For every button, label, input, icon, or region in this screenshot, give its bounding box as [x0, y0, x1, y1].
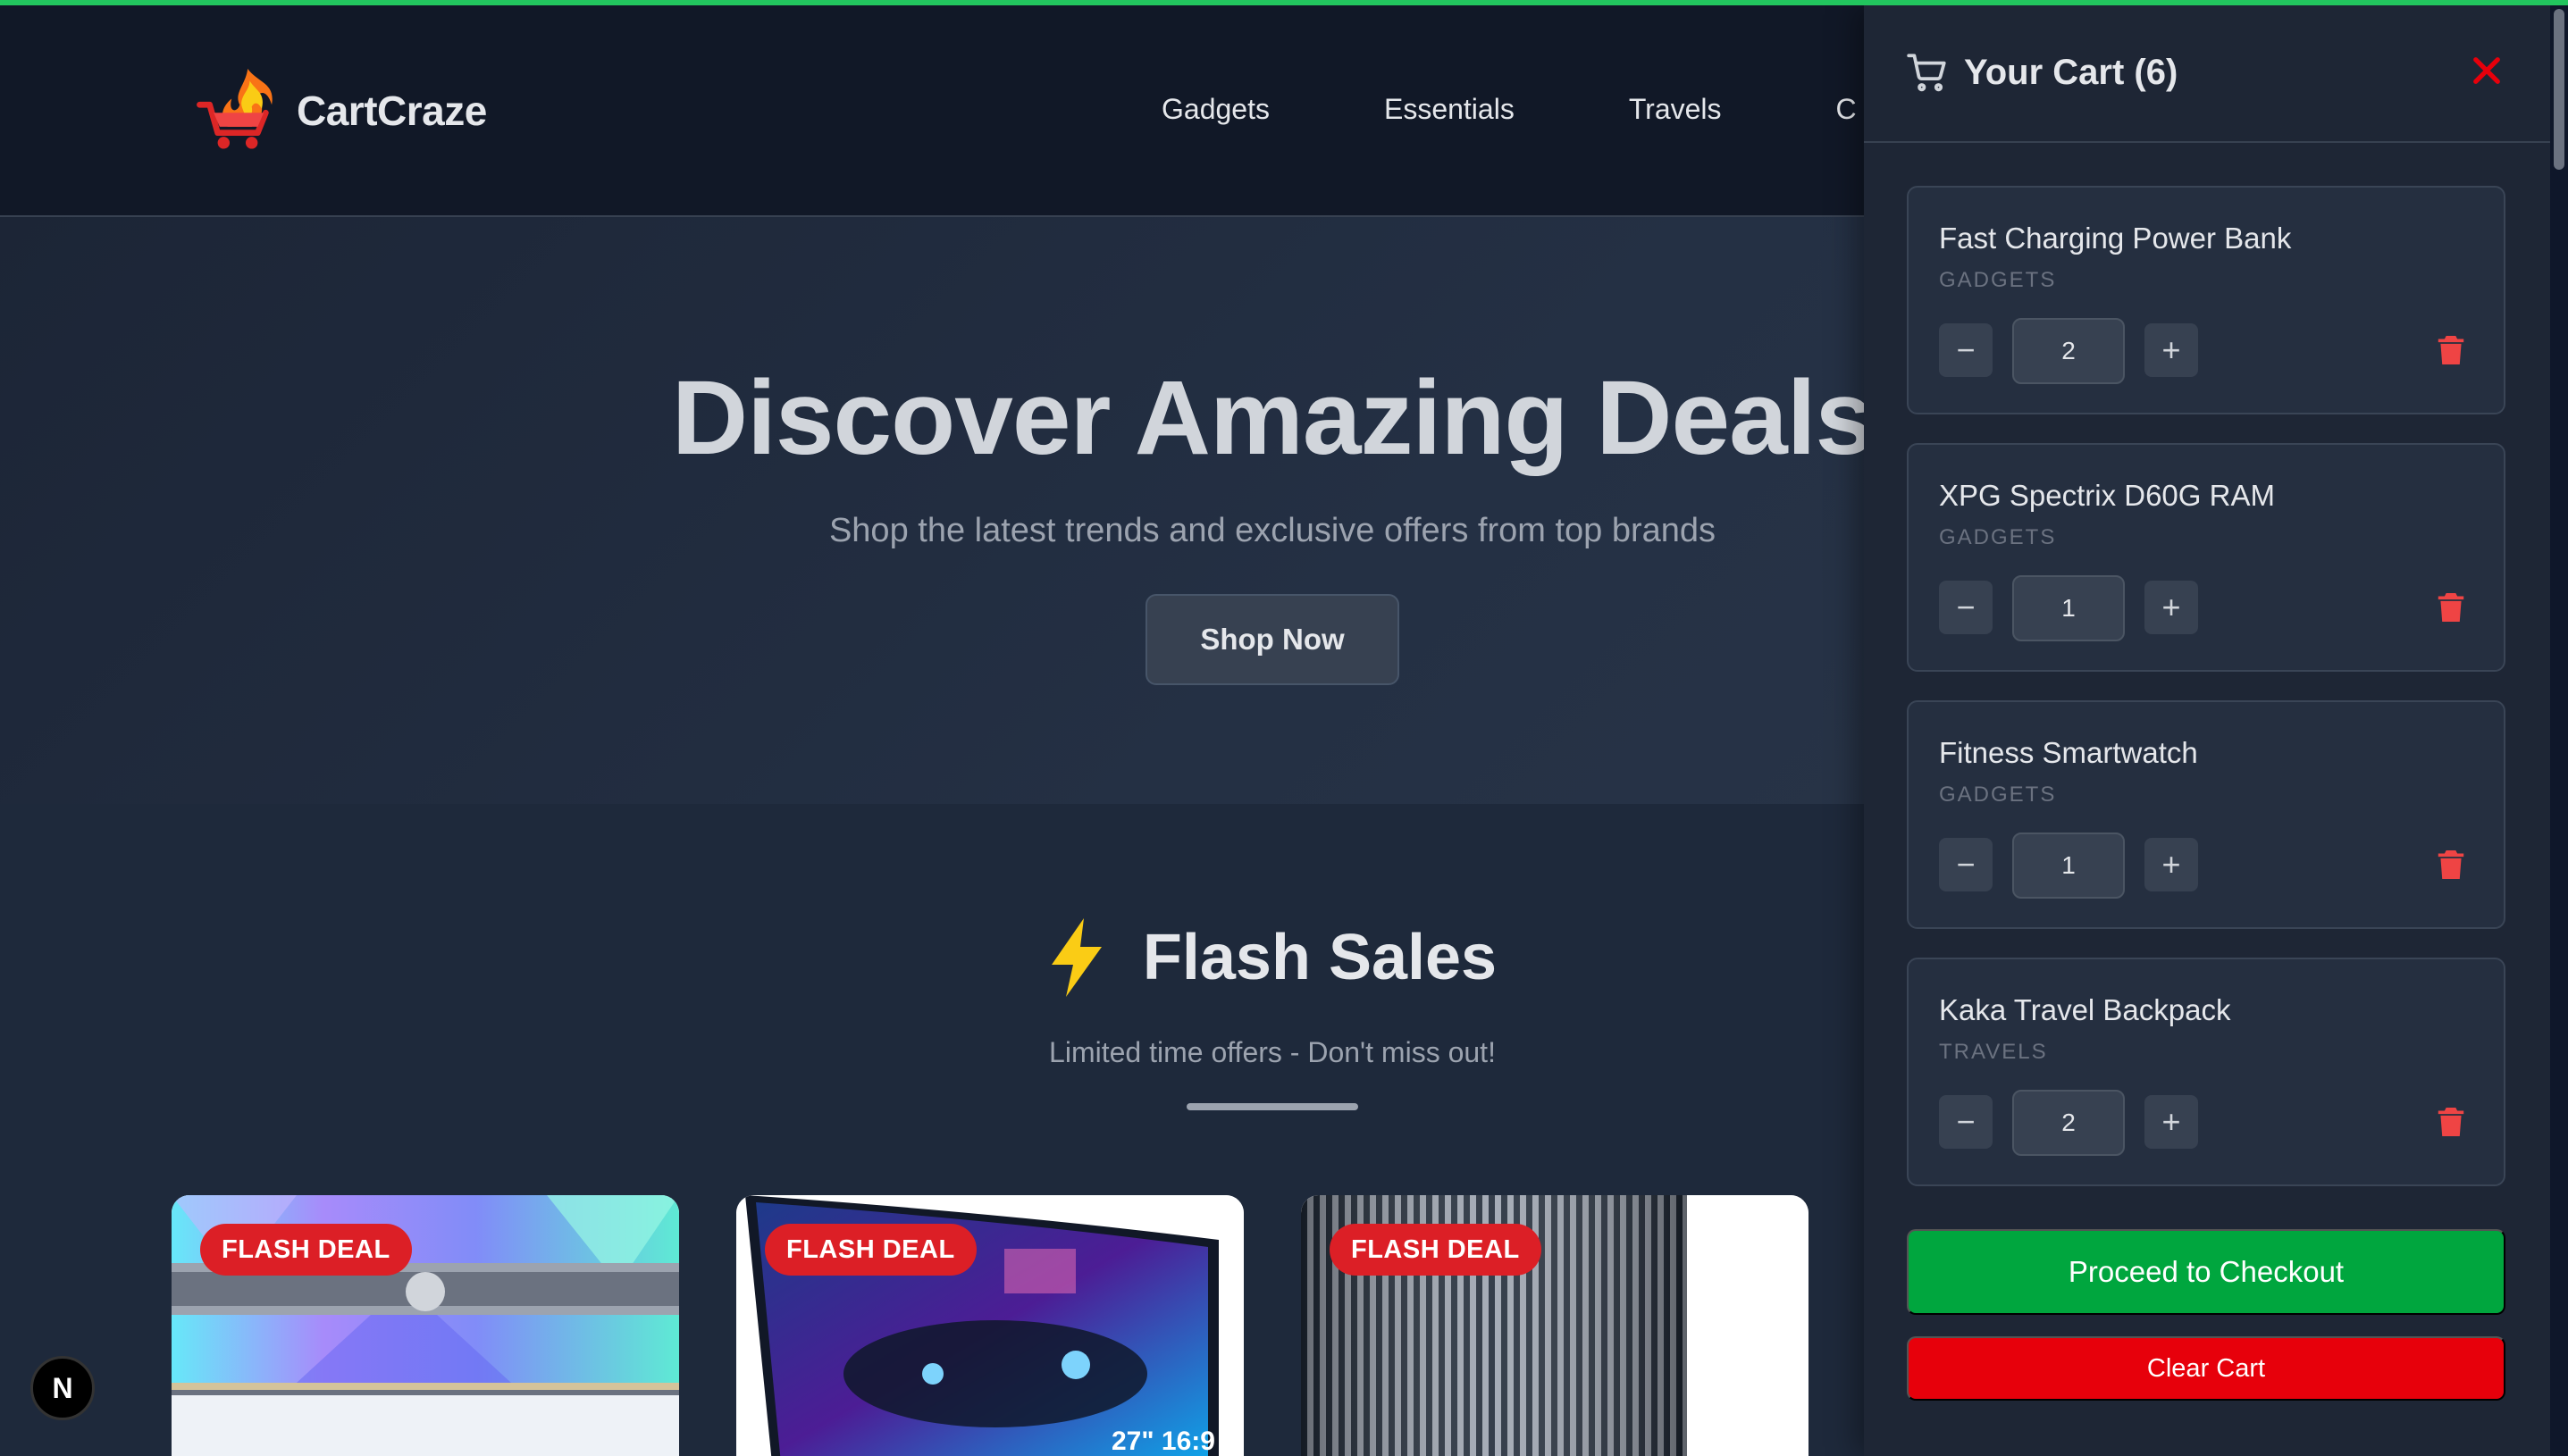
decrease-qty-button[interactable]: − [1939, 581, 1993, 634]
cart-item-name: XPG Spectrix D60G RAM [1939, 479, 2275, 512]
trash-icon[interactable] [2438, 336, 2464, 364]
trash-icon[interactable] [2438, 1108, 2464, 1136]
quantity-input[interactable] [2012, 1090, 2125, 1156]
trash-icon[interactable] [2438, 593, 2464, 622]
main-nav: Gadgets Essentials Travels C [1162, 93, 1971, 126]
cart-item: XPG Spectrix D60G RAM GADGETS − + [1907, 443, 2505, 672]
quantity-input[interactable] [2012, 575, 2125, 641]
brand-name: CartCraze [297, 88, 487, 134]
quantity-input[interactable] [2012, 318, 2125, 384]
clear-cart-button[interactable]: Clear Cart [1907, 1336, 2505, 1401]
nav-travels[interactable]: Travels [1629, 93, 1722, 126]
cart-item: Kaka Travel Backpack TRAVELS − + [1907, 958, 2505, 1186]
nav-item-truncated[interactable]: C [1836, 93, 1857, 126]
cart-item-category: GADGETS [1939, 525, 2057, 549]
section-divider [1187, 1103, 1358, 1110]
flash-sales-title: Flash Sales [1142, 922, 1498, 993]
cart-item-name: Kaka Travel Backpack [1939, 993, 2231, 1026]
flash-deal-badge: FLASH DEAL [1330, 1224, 1541, 1276]
cart-item-category: TRAVELS [1939, 1040, 2048, 1064]
monitor-size-label: 27" 16:9 [1112, 1427, 1215, 1456]
increase-qty-button[interactable]: + [2144, 1095, 2198, 1149]
cart-item-category: GADGETS [1939, 268, 2057, 292]
decrease-qty-button[interactable]: − [1939, 838, 1993, 891]
decrease-qty-button[interactable]: − [1939, 1095, 1993, 1149]
nav-gadgets[interactable]: Gadgets [1162, 93, 1270, 126]
cart-scrollbar[interactable] [2550, 5, 2568, 1456]
top-progress-line [0, 0, 2568, 5]
shop-now-button[interactable]: Shop Now [1146, 594, 1399, 685]
cart-title: Your Cart (6) [1964, 53, 2178, 92]
cart-item-category: GADGETS [1939, 782, 2057, 807]
lightning-bolt-icon [1051, 918, 1102, 997]
decrease-qty-button[interactable]: − [1939, 323, 1993, 377]
flash-deal-badge: FLASH DEAL [765, 1224, 977, 1276]
cart-drawer: Your Cart (6) Fast Charging Power Bank G… [1864, 5, 2568, 1456]
cart-item-name: Fitness Smartwatch [1939, 736, 2198, 769]
proceed-to-checkout-button[interactable]: Proceed to Checkout [1907, 1229, 2505, 1315]
cart-item-name: Fast Charging Power Bank [1939, 222, 2292, 255]
cart-item: Fast Charging Power Bank GADGETS − + [1907, 186, 2505, 414]
cart-icon [1907, 54, 1946, 92]
cart-header: Your Cart (6) [1864, 5, 2568, 143]
nav-essentials[interactable]: Essentials [1384, 93, 1515, 126]
trash-icon[interactable] [2438, 850, 2464, 879]
product-card-cylinder[interactable]: FLASH DEAL [1301, 1195, 1809, 1456]
brand-logo[interactable]: CartCraze [188, 61, 487, 161]
close-icon[interactable] [2468, 52, 2505, 89]
product-card-monitor[interactable]: 27" 16:9 FLASH DEAL [736, 1195, 1244, 1456]
product-card-ram[interactable]: FLASH DEAL [172, 1195, 679, 1456]
cart-item: Fitness Smartwatch GADGETS − + [1907, 700, 2505, 929]
increase-qty-button[interactable]: + [2144, 581, 2198, 634]
scrollbar-thumb[interactable] [2554, 9, 2564, 170]
increase-qty-button[interactable]: + [2144, 838, 2198, 891]
increase-qty-button[interactable]: + [2144, 323, 2198, 377]
flash-deal-badge: FLASH DEAL [200, 1224, 412, 1276]
flame-cart-logo-icon [197, 68, 273, 149]
quantity-input[interactable] [2012, 833, 2125, 899]
dev-tools-badge[interactable]: N [30, 1356, 95, 1420]
